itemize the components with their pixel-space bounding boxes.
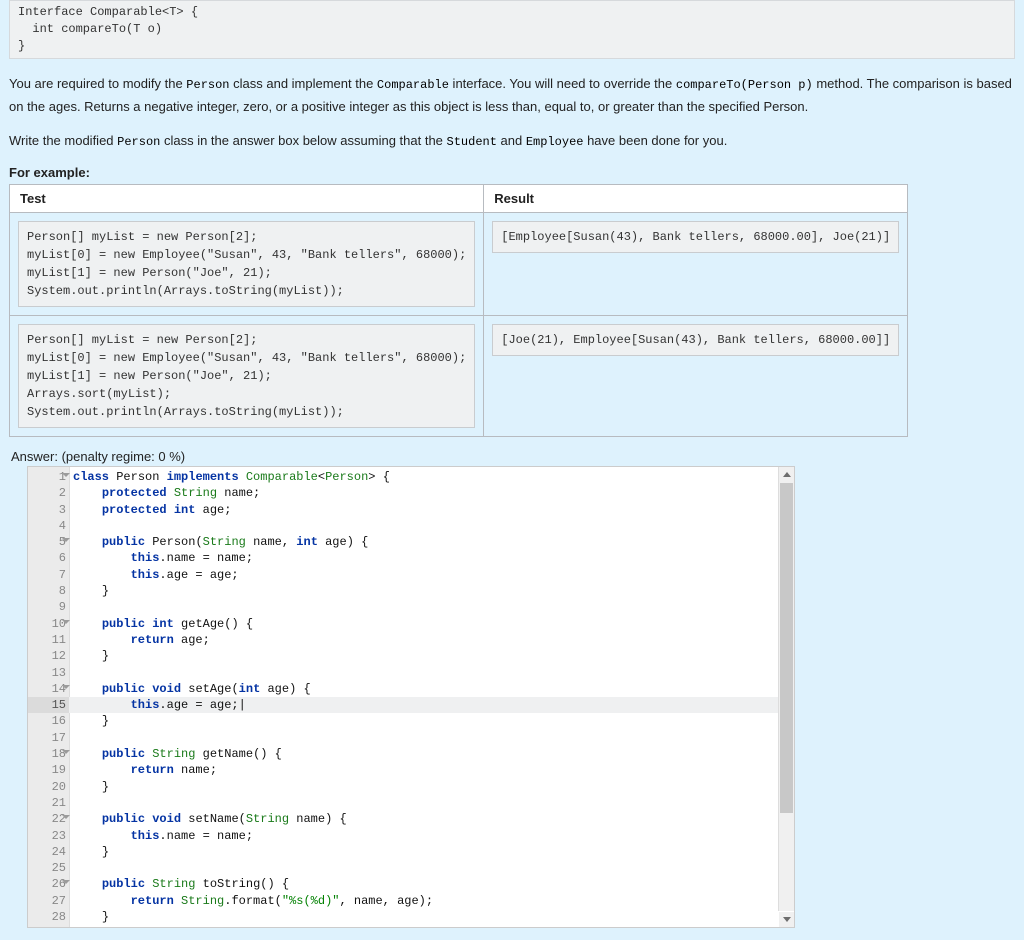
code-inline: Person (186, 78, 229, 92)
code-inline: Student (447, 135, 497, 149)
gutter-line: 27 (28, 893, 69, 909)
gutter-line: 11 (28, 632, 69, 648)
gutter-line: 7 (28, 567, 69, 583)
gutter-line: 12 (28, 648, 69, 664)
code-line[interactable] (69, 860, 779, 876)
code-line[interactable]: protected int age; (69, 502, 779, 518)
gutter-line: 22 (28, 811, 69, 827)
scroll-up-button[interactable] (779, 467, 794, 482)
text: class in the answer box below assuming t… (160, 133, 446, 148)
code-line[interactable]: this.name = name; (69, 550, 779, 566)
gutter-line: 21 (28, 795, 69, 811)
text: interface. You will need to override the (449, 76, 676, 91)
code-line[interactable] (69, 730, 779, 746)
code-line[interactable]: this.name = name; (69, 828, 779, 844)
editor-code-area[interactable]: class Person implements Comparable<Perso… (69, 467, 779, 927)
table-row: Person[] myList = new Person[2]; myList[… (10, 213, 908, 316)
text: You are required to modify the (9, 76, 186, 91)
triangle-up-icon (783, 472, 791, 477)
gutter-line: 13 (28, 665, 69, 681)
gutter-line: 3 (28, 502, 69, 518)
gutter-line: 26 (28, 876, 69, 892)
gutter-line: 16 (28, 713, 69, 729)
code-line[interactable]: public String getName() { (69, 746, 779, 762)
code-line[interactable]: } (69, 844, 779, 860)
result-code: [Joe(21), Employee[Susan(43), Bank telle… (492, 324, 899, 356)
scroll-down-button[interactable] (779, 912, 794, 927)
code-line[interactable]: return age; (69, 632, 779, 648)
code-line[interactable]: this.age = age; (69, 567, 779, 583)
code-line[interactable]: } (69, 583, 779, 599)
code-line[interactable]: public void setName(String name) { (69, 811, 779, 827)
example-heading: For example: (9, 165, 1015, 180)
code-line[interactable]: } (69, 909, 779, 925)
code-inline: Employee (526, 135, 584, 149)
gutter-line: 19 (28, 762, 69, 778)
code-line[interactable]: return name; (69, 762, 779, 778)
gutter-line: 8 (28, 583, 69, 599)
test-code: Person[] myList = new Person[2]; myList[… (18, 221, 475, 307)
examples-table: Test Result Person[] myList = new Person… (9, 184, 908, 437)
code-inline: Person (117, 135, 160, 149)
code-line[interactable]: this.age = age;| (69, 697, 779, 713)
gutter-line: 6 (28, 550, 69, 566)
code-line[interactable]: } (69, 713, 779, 729)
text: Write the modified (9, 133, 117, 148)
code-editor[interactable]: 1234567891011121314151617181920212223242… (27, 466, 795, 928)
scrollbar-thumb[interactable] (780, 483, 793, 813)
gutter-line: 24 (28, 844, 69, 860)
interface-declaration: Interface Comparable<T> { int compareTo(… (9, 0, 1015, 59)
text: have been done for you. (583, 133, 727, 148)
gutter-line: 4 (28, 518, 69, 534)
gutter-line: 25 (28, 860, 69, 876)
gutter-line: 17 (28, 730, 69, 746)
code-line[interactable]: public Person(String name, int age) { (69, 534, 779, 550)
instruction-paragraph-1: You are required to modify the Person cl… (9, 73, 1015, 118)
text: and (497, 133, 526, 148)
vertical-scrollbar[interactable] (778, 467, 794, 911)
code-line[interactable] (69, 665, 779, 681)
code-line[interactable]: } (69, 648, 779, 664)
text: class and implement the (230, 76, 377, 91)
code-line[interactable]: } (69, 779, 779, 795)
gutter-line: 23 (28, 828, 69, 844)
code-line[interactable] (69, 518, 779, 534)
gutter-line: 1 (28, 469, 69, 485)
code-line[interactable] (69, 599, 779, 615)
code-inline: Comparable (377, 78, 449, 92)
gutter-line: 15 (28, 697, 69, 713)
code-line[interactable]: return String.format("%s(%d)", name, age… (69, 893, 779, 909)
table-header-result: Result (484, 185, 908, 213)
gutter-line: 2 (28, 485, 69, 501)
answer-label: Answer: (penalty regime: 0 %) (11, 449, 1015, 464)
table-header-test: Test (10, 185, 484, 213)
code-line[interactable]: protected String name; (69, 485, 779, 501)
triangle-down-icon (783, 917, 791, 922)
gutter-line: 20 (28, 779, 69, 795)
code-line[interactable]: public int getAge() { (69, 616, 779, 632)
gutter-line: 18 (28, 746, 69, 762)
gutter-line: 14 (28, 681, 69, 697)
code-inline: compareTo(Person p) (676, 78, 813, 92)
result-code: [Employee[Susan(43), Bank tellers, 68000… (492, 221, 899, 253)
test-code: Person[] myList = new Person[2]; myList[… (18, 324, 475, 428)
gutter-line: 10 (28, 616, 69, 632)
gutter-line: 9 (28, 599, 69, 615)
code-line[interactable]: class Person implements Comparable<Perso… (69, 469, 779, 485)
gutter-line: 28 (28, 909, 69, 925)
instruction-paragraph-2: Write the modified Person class in the a… (9, 130, 1015, 153)
code-line[interactable]: public void setAge(int age) { (69, 681, 779, 697)
editor-gutter: 1234567891011121314151617181920212223242… (28, 467, 70, 927)
gutter-line: 5 (28, 534, 69, 550)
table-row: Person[] myList = new Person[2]; myList[… (10, 316, 908, 437)
code-line[interactable]: public String toString() { (69, 876, 779, 892)
code-line[interactable] (69, 795, 779, 811)
